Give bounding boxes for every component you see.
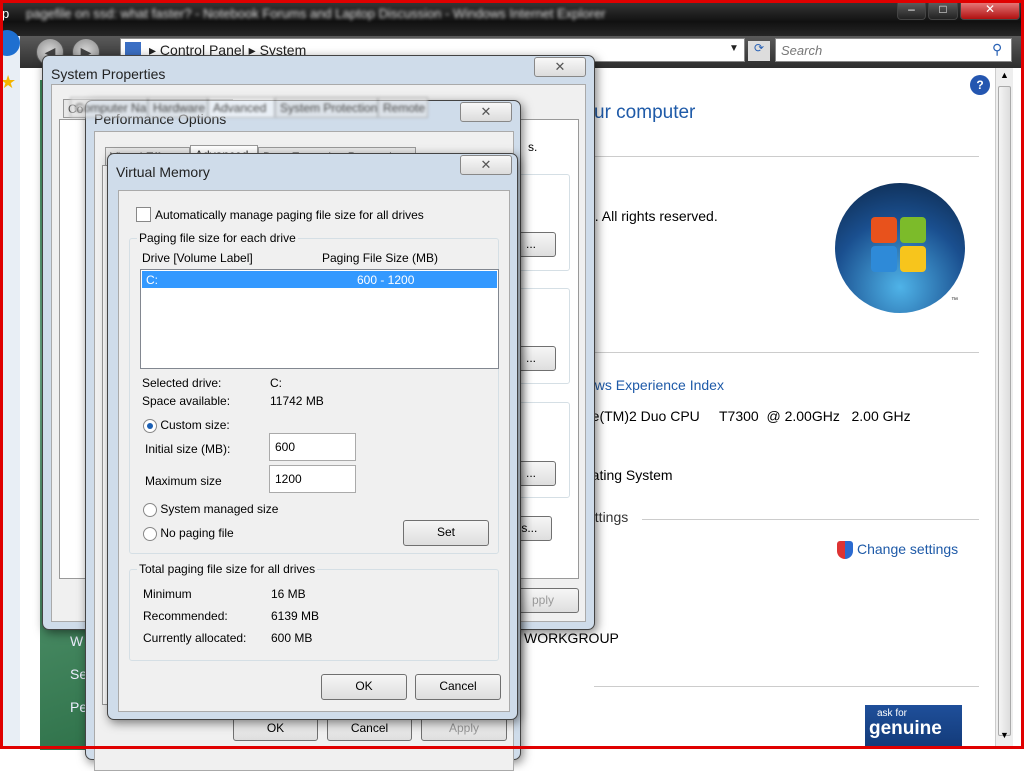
system-managed-label: System managed size (160, 502, 279, 516)
tab-computer-name[interactable]: Computer Name (70, 97, 148, 118)
set-button[interactable]: Set (403, 520, 489, 546)
custom-size-label: Custom size: (160, 418, 230, 432)
recommended-value: 6139 MB (271, 609, 320, 623)
initial-size-input[interactable]: 600 (269, 433, 356, 461)
processor-value: re(TM)2 Duo CPU T7300 @ 2.00GHz 2.00 GHz (587, 408, 911, 424)
group-label: Total paging file size for all drives (137, 562, 318, 576)
chevron-down-icon[interactable]: ▼ (729, 43, 739, 54)
scrollbar[interactable]: ▲ ▼ (995, 68, 1013, 746)
space-available-value: 11742 MB (270, 394, 324, 408)
search-icon[interactable]: ⚲ (992, 41, 1002, 58)
genuine-microsoft-badge[interactable]: ask for genuine (865, 705, 962, 749)
currently-allocated-label: Currently allocated: (143, 631, 247, 645)
minimum-label: Minimum (143, 587, 192, 601)
tab-advanced[interactable]: Advanced (208, 97, 275, 118)
group-label: Paging file size for each drive (137, 231, 298, 245)
custom-size-radio[interactable] (143, 418, 157, 433)
refresh-icon[interactable]: ⟳ (748, 41, 770, 61)
close-button[interactable]: ✕ (460, 102, 512, 122)
selected-drive-value: C: (270, 376, 282, 390)
column-header-size: Paging File Size (MB) (322, 251, 439, 265)
task-link[interactable]: W (70, 633, 83, 649)
windows-logo: ™ (835, 183, 965, 313)
ie-title-visible: p (2, 6, 10, 21)
selected-drive-label: Selected drive: (142, 376, 222, 390)
panel-text: s. (528, 140, 538, 154)
tab-hardware[interactable]: Hardware (148, 97, 208, 118)
close-button[interactable]: ✕ (960, 0, 1020, 20)
minimize-button[interactable]: – (897, 0, 926, 20)
dialog-title: System Properties (51, 66, 166, 82)
no-paging-label: No paging file (160, 526, 234, 540)
shield-icon (837, 541, 853, 559)
system-managed-radio[interactable] (143, 502, 157, 517)
dialog-body: Automatically manage paging file size fo… (118, 190, 510, 712)
no-paging-radio[interactable] (143, 526, 157, 541)
ie-title: pagefile on ssd: what faster? - Notebook… (26, 6, 606, 21)
maximum-size-label: Maximum size (145, 474, 222, 488)
divider (642, 519, 979, 520)
workgroup-value: WORKGROUP (524, 630, 619, 646)
dialog-title: Virtual Memory (116, 164, 210, 180)
trademark: ™ (951, 297, 958, 304)
initial-size-label: Initial size (MB): (145, 442, 231, 456)
scrollbar-thumb[interactable] (998, 86, 1011, 736)
change-settings-link[interactable]: Change settings (857, 541, 958, 557)
currently-allocated-value: 600 MB (271, 631, 313, 645)
recommended-label: Recommended: (143, 609, 228, 623)
tab-system-protection[interactable]: System Protection (275, 97, 378, 118)
help-icon[interactable]: ? (970, 75, 990, 95)
virtual-memory-dialog: Virtual Memory ✕ Automatically manage pa… (107, 153, 518, 720)
close-button[interactable]: ✕ (534, 57, 586, 77)
cancel-button[interactable]: Cancel (415, 674, 501, 700)
ie-logo-icon (0, 30, 20, 56)
divider (594, 686, 979, 687)
minimum-value: 16 MB (271, 587, 306, 601)
copyright-text: n. All rights reserved. (587, 208, 718, 224)
divider (594, 352, 979, 353)
space-available-label: Space available: (142, 394, 231, 408)
close-button[interactable]: ✕ (460, 155, 512, 175)
ie-left-strip: ★ (0, 30, 20, 749)
badge-text: genuine (869, 718, 942, 739)
search-placeholder: Search (781, 43, 823, 58)
maximize-button[interactable]: □ (928, 0, 958, 20)
auto-manage-label: Automatically manage paging file size fo… (155, 208, 424, 222)
ok-button[interactable]: OK (321, 674, 407, 700)
system-type-value: rating System (587, 467, 673, 483)
drive-list[interactable]: C: 600 - 1200 (140, 269, 499, 369)
maximum-size-input[interactable]: 1200 (269, 465, 356, 493)
column-header-drive: Drive [Volume Label] (142, 251, 253, 265)
favorites-star-icon[interactable]: ★ (0, 72, 16, 93)
system-properties-tab-row: Computer Name Hardware Advanced System P… (52, 97, 432, 119)
page-heading: ur computer (594, 102, 696, 123)
divider (594, 156, 979, 157)
experience-index-link[interactable]: ows Experience Index (587, 377, 724, 393)
search-input[interactable]: Search ⚲ (775, 38, 1012, 62)
auto-manage-checkbox[interactable] (136, 207, 151, 222)
tab-remote[interactable]: Remote (378, 97, 428, 118)
ie-title-bar: p pagefile on ssd: what faster? - Notebo… (0, 0, 1024, 36)
drive-list-row[interactable]: C: 600 - 1200 (142, 271, 497, 288)
